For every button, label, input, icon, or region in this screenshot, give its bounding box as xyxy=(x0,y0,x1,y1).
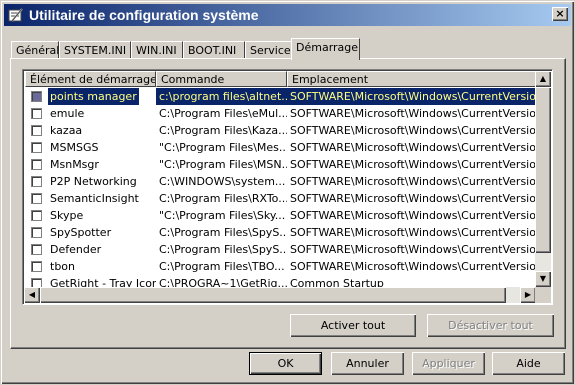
tab-win-ini[interactable]: WIN.INI xyxy=(131,41,183,59)
column-header-location[interactable]: Emplacement xyxy=(287,71,538,87)
location-cell: SOFTWARE\Microsoft\Windows\CurrentVersio… xyxy=(290,141,538,154)
list-rows: points manager c:\program files\altnet...… xyxy=(25,88,538,292)
location-cell: SOFTWARE\Microsoft\Windows\CurrentVersio… xyxy=(287,88,538,105)
list-item[interactable]: P2P Networking C:\WINDOWS\system... SOFTWA… xyxy=(25,173,538,190)
startup-item-cell: Defender xyxy=(25,241,156,258)
scroll-up-icon[interactable]: ▲ xyxy=(535,71,551,87)
startup-item-name: SemanticInsight xyxy=(50,192,139,205)
location-cell: SOFTWARE\Microsoft\Windows\CurrentVersio… xyxy=(290,107,538,120)
location-cell: SOFTWARE\Microsoft\Windows\CurrentVersio… xyxy=(290,226,538,239)
location-cell: SOFTWARE\Microsoft\Windows\CurrentVersio… xyxy=(290,260,538,273)
location-cell: SOFTWARE\Microsoft\Windows\CurrentVersio… xyxy=(290,192,538,205)
help-button[interactable]: Aide xyxy=(492,352,565,375)
ok-button[interactable]: OK xyxy=(249,352,322,375)
list-item[interactable]: tbon C:\Program Files\TBO... SOFTWARE\Micr… xyxy=(25,258,538,275)
startup-item-cell: kazaa xyxy=(25,122,156,139)
startup-item-name: SpySpotter xyxy=(50,226,112,239)
startup-item-cell: P2P Networking xyxy=(25,173,156,190)
list-item[interactable]: MsnMsgr "C:\Program Files\MSN... SOFTWARE\… xyxy=(25,156,538,173)
horizontal-scroll-thumb[interactable] xyxy=(40,287,506,303)
scroll-down-icon[interactable]: ▼ xyxy=(535,271,551,287)
startup-checkbox[interactable] xyxy=(31,193,42,204)
close-icon: × xyxy=(555,7,565,20)
command-cell: C:\Program Files\RXTo... xyxy=(159,192,287,205)
command-cell: C:\Program Files\SpyS... xyxy=(159,226,287,239)
startup-checkbox[interactable] xyxy=(31,91,42,102)
location-cell: SOFTWARE\Microsoft\Windows\CurrentVersio… xyxy=(290,209,538,222)
scroll-left-icon[interactable]: ◀ xyxy=(24,287,40,303)
vertical-scroll-thumb[interactable] xyxy=(535,87,551,253)
command-cell: C:\Program Files\TBO... xyxy=(159,260,285,273)
title-bar[interactable]: Utilitaire de configuration système × xyxy=(4,4,571,26)
command-cell: "C:\Program Files\Mes... xyxy=(159,141,287,154)
scroll-corner xyxy=(535,287,551,303)
startup-item-cell: emule xyxy=(25,105,156,122)
startup-item-cell: tbon xyxy=(25,258,156,275)
list-item[interactable]: SemanticInsight C:\Program Files\RXTo... S… xyxy=(25,190,538,207)
startup-item-cell: points manager xyxy=(25,88,156,105)
cancel-button[interactable]: Annuler xyxy=(331,352,404,375)
startup-item-name: Defender xyxy=(50,243,102,256)
startup-checkbox[interactable] xyxy=(31,142,42,153)
disable-all-button[interactable]: Désactiver tout xyxy=(427,314,554,337)
column-header-command[interactable]: Commande xyxy=(156,71,287,87)
apply-button[interactable]: Appliquer xyxy=(412,352,485,375)
list-item[interactable]: points manager c:\program files\altnet...… xyxy=(25,88,538,105)
tab-general[interactable]: Général xyxy=(11,41,59,59)
startup-item-cell: MsnMsgr xyxy=(25,156,156,173)
close-button[interactable]: × xyxy=(552,7,568,21)
msconfig-icon xyxy=(7,6,25,24)
location-cell: SOFTWARE\Microsoft\Windows\CurrentVersio… xyxy=(290,124,538,137)
startup-item-cell: SemanticInsight xyxy=(25,190,156,207)
startup-item-name: Skype xyxy=(50,209,84,222)
startup-checkbox[interactable] xyxy=(31,244,42,255)
startup-checkbox[interactable] xyxy=(31,108,42,119)
command-cell: "C:\Program Files\Sky... xyxy=(159,209,286,222)
startup-item-name: kazaa xyxy=(50,124,83,137)
window-title: Utilitaire de configuration système xyxy=(29,7,259,23)
command-cell: C:\Program Files\Kaza... xyxy=(159,124,287,137)
vertical-scrollbar[interactable]: ▲ ▼ xyxy=(535,71,551,287)
list-item[interactable]: emule C:\Program Files\eMul... SOFTWARE\Mi… xyxy=(25,105,538,122)
startup-item-name: emule xyxy=(50,107,85,120)
startup-checkbox[interactable] xyxy=(31,210,42,221)
startup-item-cell: SpySpotter xyxy=(25,224,156,241)
list-item[interactable]: Defender C:\Program Files\SpyS... SOFTWARE… xyxy=(25,241,538,258)
command-cell: "C:\Program Files\MSN... xyxy=(159,158,287,171)
tab-boot-ini[interactable]: BOOT.INI xyxy=(183,41,245,59)
startup-item-name: MSMSGS xyxy=(50,141,99,154)
startup-item-name: tbon xyxy=(50,260,75,273)
startup-checkbox[interactable] xyxy=(31,159,42,170)
column-header-item[interactable]: Élément de démarrage xyxy=(25,71,156,87)
list-header: Élément de démarrage Commande Emplacemen… xyxy=(25,71,538,87)
horizontal-scrollbar[interactable]: ◀ ▶ xyxy=(24,287,536,303)
location-cell: SOFTWARE\Microsoft\Windows\CurrentVersio… xyxy=(290,175,538,188)
startup-checkbox[interactable] xyxy=(31,176,42,187)
startup-checkbox[interactable] xyxy=(31,227,42,238)
list-item[interactable]: MSMSGS "C:\Program Files\Mes... SOFTWARE\M… xyxy=(25,139,538,156)
tab-services[interactable]: Services xyxy=(245,41,296,59)
location-cell: SOFTWARE\Microsoft\Windows\CurrentVersio… xyxy=(290,243,538,256)
startup-item-name: points manager xyxy=(48,88,139,105)
startup-item-cell: MSMSGS xyxy=(25,139,156,156)
list-item[interactable]: kazaa C:\Program Files\Kaza... SOFTWARE\Mi… xyxy=(25,122,538,139)
list-item[interactable]: Skype "C:\Program Files\Sky... SOFTWARE\Mi… xyxy=(25,207,538,224)
startup-item-cell: Skype xyxy=(25,207,156,224)
scroll-right-icon[interactable]: ▶ xyxy=(520,287,536,303)
command-cell: C:\Program Files\eMul... xyxy=(159,107,287,120)
startup-checkbox[interactable] xyxy=(31,261,42,272)
msconfig-window: Utilitaire de configuration système × Gé… xyxy=(0,0,575,385)
list-item[interactable]: SpySpotter C:\Program Files\SpyS... SOFTWA… xyxy=(25,224,538,241)
command-cell: c:\program files\altnet... xyxy=(156,88,287,105)
enable-all-button[interactable]: Activer tout xyxy=(290,314,416,337)
startup-checkbox[interactable] xyxy=(31,125,42,136)
location-cell: SOFTWARE\Microsoft\Windows\CurrentVersio… xyxy=(290,158,538,171)
tab-system-ini[interactable]: SYSTEM.INI xyxy=(59,41,131,59)
startup-list[interactable]: Élément de démarrage Commande Emplacemen… xyxy=(22,69,553,305)
startup-item-name: P2P Networking xyxy=(50,175,137,188)
command-cell: C:\WINDOWS\system... xyxy=(159,175,286,188)
command-cell: C:\Program Files\SpyS... xyxy=(159,243,287,256)
startup-item-name: MsnMsgr xyxy=(50,158,99,171)
tab-demarrage[interactable]: Démarrage xyxy=(291,38,360,60)
